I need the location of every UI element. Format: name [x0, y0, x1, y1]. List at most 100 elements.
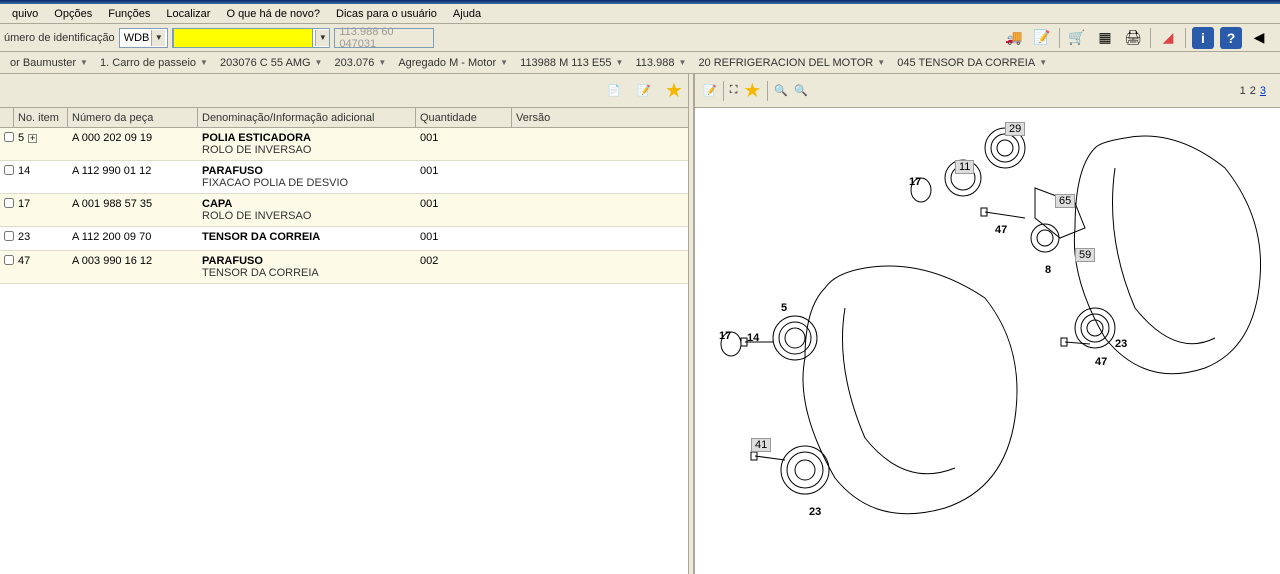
callout-8[interactable]: 8 — [1045, 264, 1051, 276]
cell-ver — [512, 163, 693, 191]
col-item[interactable]: No. item — [14, 108, 68, 127]
back-icon[interactable]: ◀ — [1248, 27, 1270, 49]
cell-qty: 001 — [416, 196, 512, 224]
expand-icon[interactable]: ⛶ — [730, 84, 738, 97]
diagram-area[interactable]: 29 11 17 65 47 59 8 5 17 14 23 47 41 23 — [695, 108, 1280, 574]
cart-icon[interactable]: 🛒 — [1066, 27, 1088, 49]
note-icon[interactable]: 📝 — [1031, 27, 1053, 49]
table-rows: 5+A 000 202 09 19POLIA ESTICADORAROLO DE… — [0, 128, 693, 574]
chevron-down-icon: ▼ — [200, 58, 208, 67]
bc-model[interactable]: 203076 C 55 AMG▼ — [214, 57, 329, 69]
help-icon[interactable]: ? — [1220, 27, 1242, 49]
edit-icon[interactable]: 📝 — [703, 84, 717, 97]
callout-41[interactable]: 41 — [751, 438, 771, 452]
expand-icon[interactable]: + — [28, 134, 37, 143]
cell-part: A 112 990 01 12 — [68, 163, 198, 191]
chevron-down-icon: ▼ — [315, 30, 329, 46]
table-row[interactable]: 5+A 000 202 09 19POLIA ESTICADORAROLO DE… — [0, 128, 693, 161]
info-icon[interactable]: i — [1192, 27, 1214, 49]
row-checkbox[interactable] — [0, 229, 14, 248]
bc-baumuster[interactable]: or Baumuster▼ — [4, 57, 94, 69]
row-checkbox[interactable] — [0, 253, 14, 281]
print-icon[interactable]: 🖨 — [1122, 27, 1144, 49]
cell-ver — [512, 130, 693, 158]
chevron-down-icon: ▼ — [151, 30, 165, 46]
menu-opcoes[interactable]: Opções — [46, 6, 100, 22]
menu-dicas[interactable]: Dicas para o usuário — [328, 6, 445, 22]
edit-note-icon[interactable]: 📝 — [633, 80, 655, 102]
chevron-down-icon: ▼ — [1039, 58, 1047, 67]
cell-ver — [512, 196, 693, 224]
callout-23[interactable]: 23 — [1115, 338, 1127, 350]
separator — [767, 81, 768, 101]
id-toolbar: úmero de identificação WDB ▼ ▼ 113.988 6… — [0, 24, 1280, 52]
callout-17[interactable]: 17 — [909, 176, 921, 188]
bc-subgroup[interactable]: 045 TENSOR DA CORREIA▼ — [891, 57, 1053, 69]
reference-input[interactable]: 113.988 60 047031 — [334, 28, 434, 48]
table-row[interactable]: 14A 112 990 01 12PARAFUSOFIXACAO POLIA D… — [0, 161, 693, 194]
page-link-1[interactable]: 1 — [1240, 85, 1246, 97]
table-row[interactable]: 17A 001 988 57 35CAPAROLO DE INVERSAO001 — [0, 194, 693, 227]
menu-arquivo[interactable]: quivo — [4, 6, 46, 22]
callout-47[interactable]: 47 — [1095, 356, 1107, 368]
bc-agregado[interactable]: Agregado M - Motor▼ — [392, 57, 514, 69]
bc-code[interactable]: 203.076▼ — [329, 57, 393, 69]
copy-icon[interactable]: 📄 — [603, 80, 625, 102]
vin-input[interactable] — [173, 28, 313, 48]
callout-29[interactable]: 29 — [1005, 122, 1025, 136]
vehicle-icon[interactable]: 🚚 — [1003, 27, 1025, 49]
cell-qty: 001 — [416, 130, 512, 158]
bc-group[interactable]: 20 REFRIGERACION DEL MOTOR▼ — [692, 57, 891, 69]
callout-59[interactable]: 59 — [1075, 248, 1095, 262]
cell-ver — [512, 253, 693, 281]
callout-14[interactable]: 14 — [747, 332, 759, 344]
vin-dropdown[interactable]: ▼ — [172, 28, 330, 48]
table-row[interactable]: 23A 112 200 09 70TENSOR DA CORREIA001 — [0, 227, 693, 251]
page-link-2[interactable]: 2 — [1250, 85, 1256, 97]
menu-novo[interactable]: O que há de novo? — [218, 6, 328, 22]
col-part[interactable]: Número da peça — [68, 108, 198, 127]
zoom-in-icon[interactable]: 🔍 — [794, 84, 808, 97]
row-checkbox[interactable] — [0, 130, 14, 158]
col-check — [0, 108, 14, 127]
chevron-down-icon: ▼ — [678, 58, 686, 67]
cell-part: A 003 990 16 12 — [68, 253, 198, 281]
bc-engine[interactable]: 113988 M 113 E55▼ — [514, 57, 629, 69]
callout-65[interactable]: 65 — [1055, 194, 1075, 208]
col-desc[interactable]: Denominação/Informação adicional — [198, 108, 416, 127]
bc-enginecode[interactable]: 113.988▼ — [629, 57, 692, 69]
cell-desc: POLIA ESTICADORAROLO DE INVERSAO — [198, 130, 416, 158]
page-links: 123 — [1238, 85, 1272, 97]
menu-localizar[interactable]: Localizar — [158, 6, 218, 22]
star-icon[interactable]: ★ — [663, 80, 685, 102]
row-checkbox[interactable] — [0, 196, 14, 224]
cell-qty: 001 — [416, 229, 512, 248]
grid-icon[interactable]: ▦ — [1094, 27, 1116, 49]
page-link-3[interactable]: 3 — [1260, 85, 1266, 97]
callout-23[interactable]: 23 — [809, 506, 821, 518]
chevron-down-icon: ▼ — [315, 58, 323, 67]
chevron-down-icon: ▼ — [378, 58, 386, 67]
row-checkbox[interactable] — [0, 163, 14, 191]
col-qty[interactable]: Quantidade — [416, 108, 512, 127]
callout-5[interactable]: 5 — [781, 302, 787, 314]
left-pane-toolbar: 📄 📝 ★ — [0, 74, 693, 108]
cell-part: A 000 202 09 19 — [68, 130, 198, 158]
bc-carro[interactable]: 1. Carro de passeio▼ — [94, 57, 214, 69]
menu-funcoes[interactable]: Funções — [100, 6, 158, 22]
callout-17[interactable]: 17 — [719, 330, 731, 342]
prefix-dropdown[interactable]: WDB ▼ — [119, 28, 169, 48]
table-row[interactable]: 47A 003 990 16 12PARAFUSOTENSOR DA CORRE… — [0, 251, 693, 284]
menu-ajuda[interactable]: Ajuda — [445, 6, 489, 22]
col-ver[interactable]: Versão — [512, 108, 693, 127]
eraser-icon[interactable]: ◢ — [1157, 27, 1179, 49]
star-icon[interactable]: ★ — [743, 78, 761, 103]
zoom-out-icon[interactable]: 🔍 — [774, 84, 788, 97]
callout-47[interactable]: 47 — [995, 224, 1007, 236]
breadcrumb: or Baumuster▼ 1. Carro de passeio▼ 20307… — [0, 52, 1280, 74]
diagram-svg — [695, 108, 1275, 538]
separator — [1150, 28, 1151, 48]
cell-item: 23 — [14, 229, 68, 248]
separator — [1059, 28, 1060, 48]
callout-11[interactable]: 11 — [955, 160, 974, 174]
